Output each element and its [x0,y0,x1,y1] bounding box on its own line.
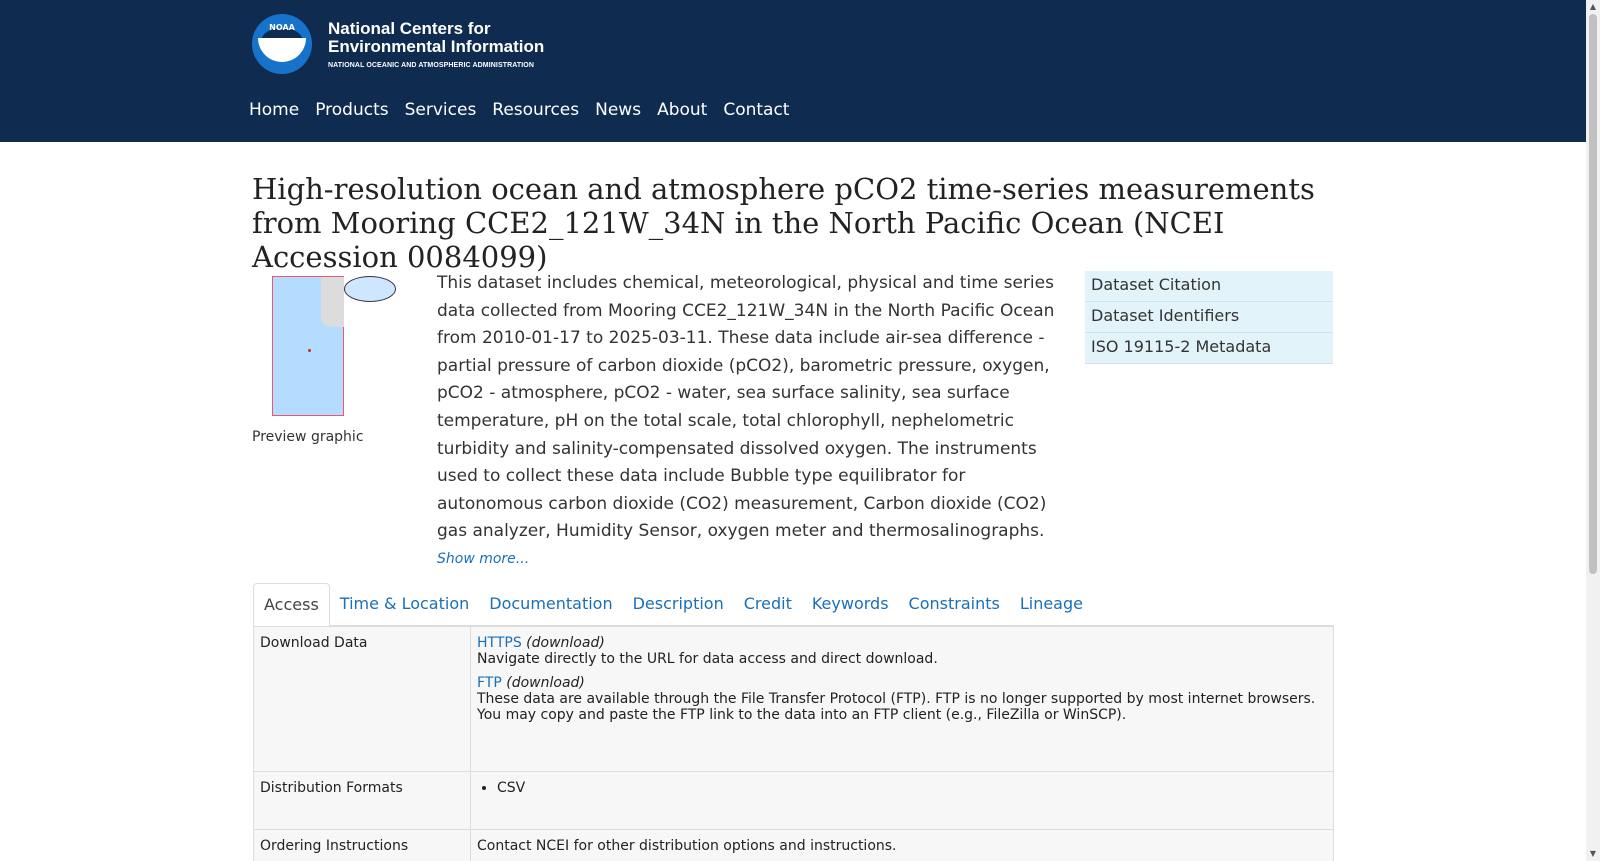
site-header: NOAA National Centers for Environmental … [0,0,1586,142]
logo-line-3: NATIONAL OCEANIC AND ATMOSPHERIC ADMINIS… [328,61,535,69]
preview-label: Preview graphic [252,429,364,445]
map-land [321,277,344,327]
logo-line-2: Environmental Information [328,36,545,56]
scroll-down-arrow-icon[interactable]: ▼ [1588,849,1598,859]
tab-documentation[interactable]: Documentation [479,583,622,626]
tab-lineage[interactable]: Lineage [1010,583,1093,626]
tab-access[interactable]: Access [253,583,330,627]
ordering-instructions-label: Ordering Instructions [253,829,471,861]
https-download-note: (download) [526,635,605,651]
noaa-emblem-text: NOAA [269,23,295,32]
download-data-label: Download Data [253,626,471,772]
noaa-emblem-icon: NOAA [252,14,312,74]
scroll-thumb[interactable] [1589,14,1597,574]
access-table: Download Data HTTPS (download) Navigate … [253,626,1334,861]
nav-about[interactable]: About [657,100,707,120]
ncei-logo[interactable]: NOAA National Centers for Environmental … [252,14,544,74]
side-link-iso-metadata[interactable]: ISO 19115-2 Metadata [1085,333,1333,364]
download-data-cell: HTTPS (download) Navigate directly to th… [470,626,1334,772]
tab-constraints[interactable]: Constraints [899,583,1010,626]
side-link-dataset-identifiers[interactable]: Dataset Identifiers [1085,302,1333,333]
nav-contact[interactable]: Contact [723,100,789,120]
side-link-dataset-citation[interactable]: Dataset Citation [1085,271,1333,302]
tab-credit[interactable]: Credit [734,583,802,626]
table-row: Ordering Instructions Contact NCEI for o… [253,829,1334,861]
preview-map-image[interactable] [252,272,402,427]
table-row: Download Data HTTPS (download) Navigate … [253,626,1334,772]
main-nav: Home Products Services Resources News Ab… [249,100,805,120]
nav-products[interactable]: Products [315,100,388,120]
logo-line-1: National Centers for [328,18,491,38]
tab-description[interactable]: Description [623,583,734,626]
ftp-download-link[interactable]: FTP [477,675,502,691]
preview-graphic[interactable]: Preview graphic [252,272,402,445]
globe-icon [344,276,396,302]
tab-bar: Access Time & Location Documentation Des… [253,583,1334,627]
ftp-download-note: (download) [506,675,585,691]
format-item: CSV [497,780,1327,796]
ordering-instructions-text: Contact NCEI for other distribution opti… [470,829,1334,861]
distribution-formats-label: Distribution Formats [253,771,471,830]
station-marker-icon [308,349,311,352]
page-title: High-resolution ocean and atmosphere pCO… [252,172,1315,274]
show-more-link[interactable]: Show more... [437,551,529,567]
https-description: Navigate directly to the URL for data ac… [477,651,938,667]
nav-services[interactable]: Services [405,100,477,120]
tab-keywords[interactable]: Keywords [802,583,899,626]
logo-text: National Centers for Environmental Infor… [328,18,545,69]
nav-home[interactable]: Home [249,100,299,120]
ftp-description: These data are available through the Fil… [477,691,1316,723]
distribution-formats-cell: CSV [470,771,1334,830]
https-download-link[interactable]: HTTPS [477,635,522,651]
nav-resources[interactable]: Resources [492,100,579,120]
tab-time-location[interactable]: Time & Location [330,583,479,626]
vertical-scrollbar[interactable]: ▲ ▼ [1586,0,1600,861]
scroll-up-arrow-icon[interactable]: ▲ [1588,2,1598,12]
dataset-description: This dataset includes chemical, meteorol… [437,273,1055,542]
table-row: Distribution Formats CSV [253,771,1334,830]
nav-news[interactable]: News [595,100,641,120]
map-panel [272,276,344,416]
side-links: Dataset Citation Dataset Identifiers ISO… [1085,271,1333,364]
